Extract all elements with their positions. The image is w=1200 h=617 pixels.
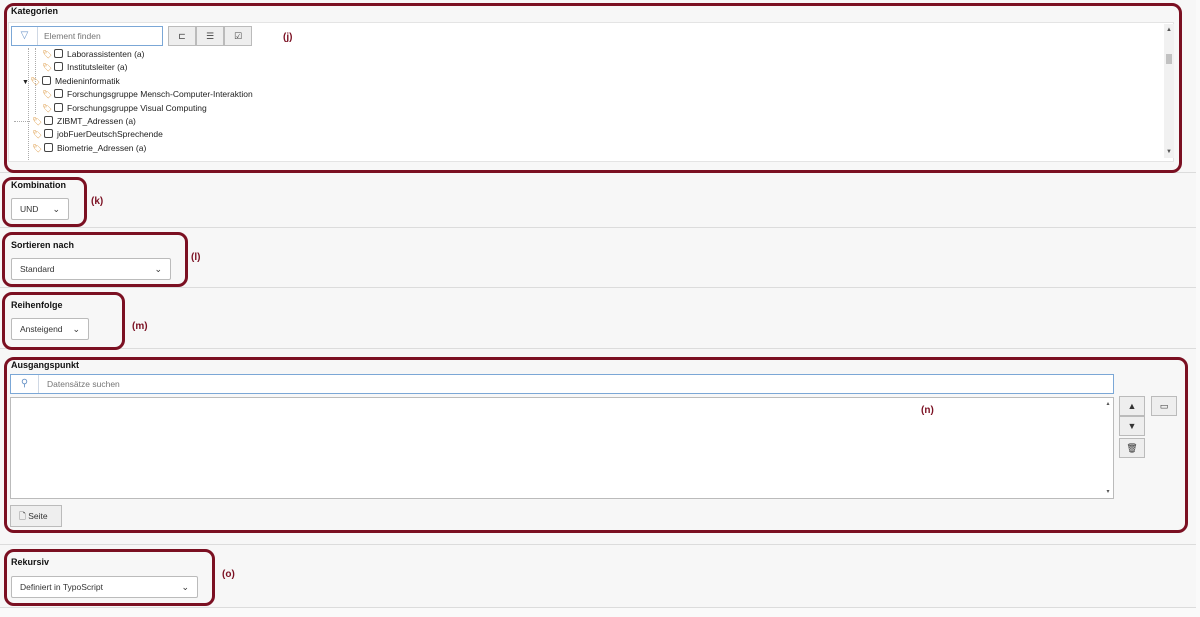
tree-item-label: Laborassistenten (a): [67, 49, 145, 59]
kombination-section: [0, 173, 1196, 227]
tree-item-label: Institutsleiter (a): [67, 62, 128, 73]
category-tag-icon: 🏷: [42, 103, 53, 113]
scroll-down-icon[interactable]: ▼: [1165, 148, 1173, 156]
annotation-label-j: (j): [283, 32, 293, 43]
selected-records-list[interactable]: ▴ ▾: [10, 397, 1114, 499]
category-checkbox[interactable]: [54, 49, 63, 58]
search-icon: ⚲: [11, 375, 39, 393]
tree-item-label: jobFuerDeutschSprechende: [57, 129, 163, 140]
show-selected-icon: ☑: [233, 31, 243, 41]
reihenfolge-section: [0, 288, 1196, 348]
page-icon: 🗋: [19, 511, 26, 521]
folder-icon: ▭: [1159, 401, 1169, 411]
page-button[interactable]: 🗋 Seite: [10, 505, 62, 527]
category-checkbox[interactable]: [42, 75, 51, 85]
tree-collapse-icon: ⊏: [178, 31, 186, 41]
tree-item[interactable]: 🏷 ZIBMT_Adressen (a): [32, 115, 136, 128]
scroll-up-icon[interactable]: ▲: [1165, 26, 1173, 34]
move-down-button[interactable]: ▼: [1119, 416, 1145, 436]
tree-item[interactable]: 🏷 Laborassistenten (a): [42, 48, 145, 61]
annotation-label-n: (n): [921, 405, 934, 416]
arrow-down-icon: ▼: [1127, 421, 1137, 431]
category-checkbox[interactable]: [54, 89, 63, 99]
kombination-value: UND: [20, 204, 39, 214]
category-checkbox[interactable]: [44, 142, 53, 152]
tree-expand-button[interactable]: ☰: [196, 26, 224, 46]
tree-item[interactable]: 🏷 jobFuerDeutschSprechende: [32, 128, 163, 141]
category-tag-icon: 🏷: [32, 117, 43, 126]
tree-item[interactable]: ▼🏷 Medieninformatik: [22, 75, 120, 88]
category-checkbox[interactable]: [54, 62, 63, 72]
remove-button[interactable]: 🗑: [1119, 438, 1145, 458]
trash-icon: 🗑: [1126, 443, 1138, 453]
scroll-up-icon[interactable]: ▴: [1104, 400, 1112, 408]
annotation-label-k: (k): [91, 196, 104, 207]
chevron-down-icon: ⌄: [72, 324, 80, 334]
tree-guide-line: [28, 48, 29, 160]
scroll-down-icon[interactable]: ▾: [1104, 488, 1112, 496]
annotation-label-m: (m): [132, 321, 148, 332]
kombination-select[interactable]: UND ⌄: [11, 198, 69, 220]
reihenfolge-select[interactable]: Ansteigend ⌄: [11, 318, 89, 340]
category-checkbox[interactable]: [44, 116, 53, 125]
category-tag-icon: 🏷: [32, 143, 43, 153]
rekursiv-value: Definiert in TypoScript: [20, 582, 103, 592]
tree-collapse-button[interactable]: ⊏: [168, 26, 196, 46]
divider: [0, 607, 1196, 608]
tree-item[interactable]: 🏷 Institutsleiter (a): [42, 61, 127, 74]
tree-item-label: ZIBMT_Adressen (a): [57, 116, 136, 126]
tree-item-label: Forschungsgruppe Visual Computing: [67, 102, 207, 113]
page-button-label: Seite: [28, 511, 48, 521]
category-tag-icon: 🏷: [42, 50, 53, 59]
reihenfolge-value: Ansteigend: [20, 324, 63, 334]
category-tag-icon: 🏷: [30, 76, 41, 86]
tree-filter[interactable]: ▽: [11, 26, 163, 46]
sortieren-section: [0, 228, 1196, 287]
tree-item-label: Biometrie_Adressen (a): [57, 142, 147, 153]
category-tag-icon: 🏷: [42, 63, 53, 73]
rekursiv-select[interactable]: Definiert in TypoScript ⌄: [11, 576, 198, 598]
tree-scrollbar[interactable]: ▲ ▼: [1164, 24, 1174, 158]
tree-item-label: Medieninformatik: [55, 75, 120, 86]
category-tag-icon: 🏷: [32, 130, 43, 140]
arrow-up-icon: ▲: [1127, 401, 1137, 411]
sortieren-label: Sortieren nach: [11, 240, 75, 250]
scroll-thumb[interactable]: [1166, 54, 1172, 64]
list-expand-icon: ☰: [205, 31, 215, 41]
tree-guide-line: [14, 121, 30, 122]
category-tag-icon: 🏷: [42, 90, 53, 100]
annotation-label-l: (l): [191, 252, 201, 263]
category-checkbox[interactable]: [54, 102, 63, 112]
tree-item[interactable]: 🏷 Forschungsgruppe Visual Computing: [42, 102, 207, 115]
caret-down-icon[interactable]: ▼: [22, 76, 30, 89]
tree-item[interactable]: 🏷 Forschungsgruppe Mensch-Computer-Intera…: [42, 88, 253, 101]
tree-item[interactable]: 🏷 Biometrie_Adressen (a): [32, 142, 146, 155]
move-up-button[interactable]: ▲: [1119, 396, 1145, 416]
chevron-down-icon: ⌄: [181, 582, 189, 592]
tree-filter-input[interactable]: [42, 29, 160, 43]
sortieren-select[interactable]: Standard ⌄: [11, 258, 171, 280]
annotation-label-o: (o): [222, 569, 235, 580]
record-search-input[interactable]: [45, 377, 1105, 391]
kombination-label: Kombination: [11, 180, 66, 190]
chevron-down-icon: ⌄: [154, 264, 162, 274]
rekursiv-label: Rekursiv: [11, 557, 50, 567]
show-selected-button[interactable]: ☑: [224, 26, 252, 46]
sortieren-value: Standard: [20, 264, 55, 274]
filter-icon: ▽: [12, 27, 38, 45]
record-search[interactable]: ⚲: [10, 374, 1114, 394]
kategorien-label: Kategorien: [11, 6, 59, 16]
reihenfolge-label: Reihenfolge: [11, 300, 63, 310]
ausgangspunkt-label: Ausgangspunkt: [11, 360, 80, 370]
category-checkbox[interactable]: [44, 129, 53, 139]
chevron-down-icon: ⌄: [52, 204, 60, 214]
browse-records-button[interactable]: ▭: [1151, 396, 1177, 416]
tree-item-label: Forschungsgruppe Mensch-Computer-Interak…: [67, 89, 253, 100]
